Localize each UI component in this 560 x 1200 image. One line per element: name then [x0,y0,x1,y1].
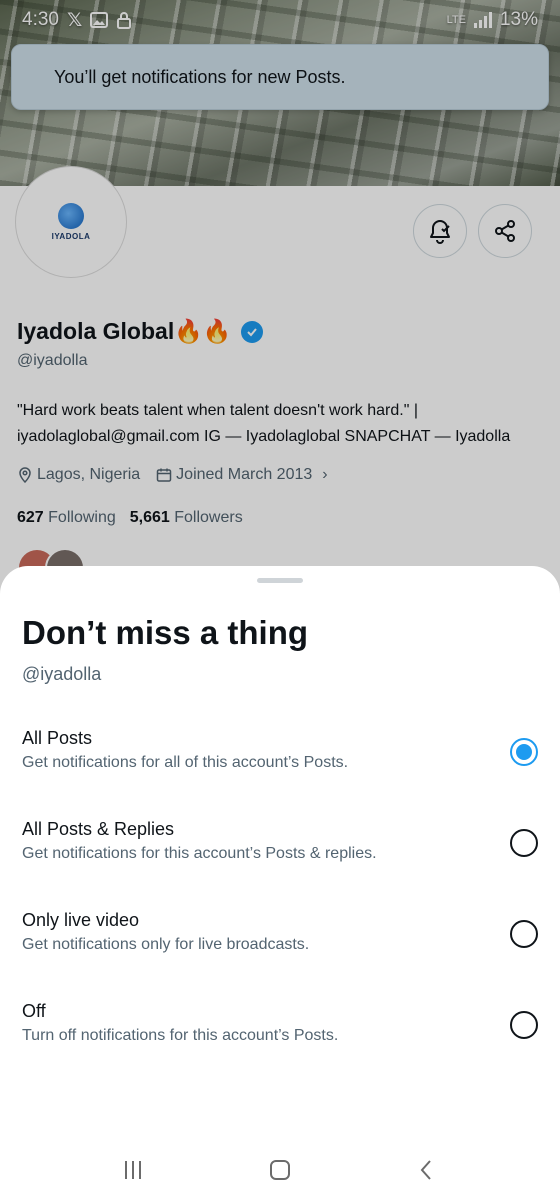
sheet-title: Don’t miss a thing [22,614,309,651]
option-description: Get notifications for all of this accoun… [22,754,349,771]
notification-settings-sheet: Don’t miss a thing @iyadolla All Posts G… [0,566,560,1200]
option-all-posts[interactable]: All Posts Get notifications for all of t… [0,728,560,810]
option-all-posts-replies[interactable]: All Posts & Replies Get notifications fo… [0,819,560,901]
radio-unselected[interactable] [510,829,538,857]
option-label: Off [22,1001,46,1021]
option-live-video[interactable]: Only live video Get notifications only f… [0,910,560,992]
option-label: All Posts & Replies [22,819,175,839]
option-description: Get notifications for this account’s Pos… [22,845,377,862]
option-description: Get notifications only for live broadcas… [22,936,310,953]
sheet-drag-handle[interactable] [257,578,303,583]
system-nav-bar [0,1140,560,1200]
home-icon[interactable] [268,1158,292,1182]
radio-unselected[interactable] [510,1011,538,1039]
option-off[interactable]: Off Turn off notifications for this acco… [0,1001,560,1083]
radio-unselected[interactable] [510,920,538,948]
sheet-handle: @iyadolla [22,664,102,684]
recents-icon[interactable] [121,1158,145,1182]
option-description: Turn off notifications for this account’… [22,1027,339,1044]
back-icon[interactable] [415,1158,439,1182]
radio-selected[interactable] [510,738,538,766]
option-label: All Posts [22,728,93,748]
option-label: Only live video [22,910,140,930]
